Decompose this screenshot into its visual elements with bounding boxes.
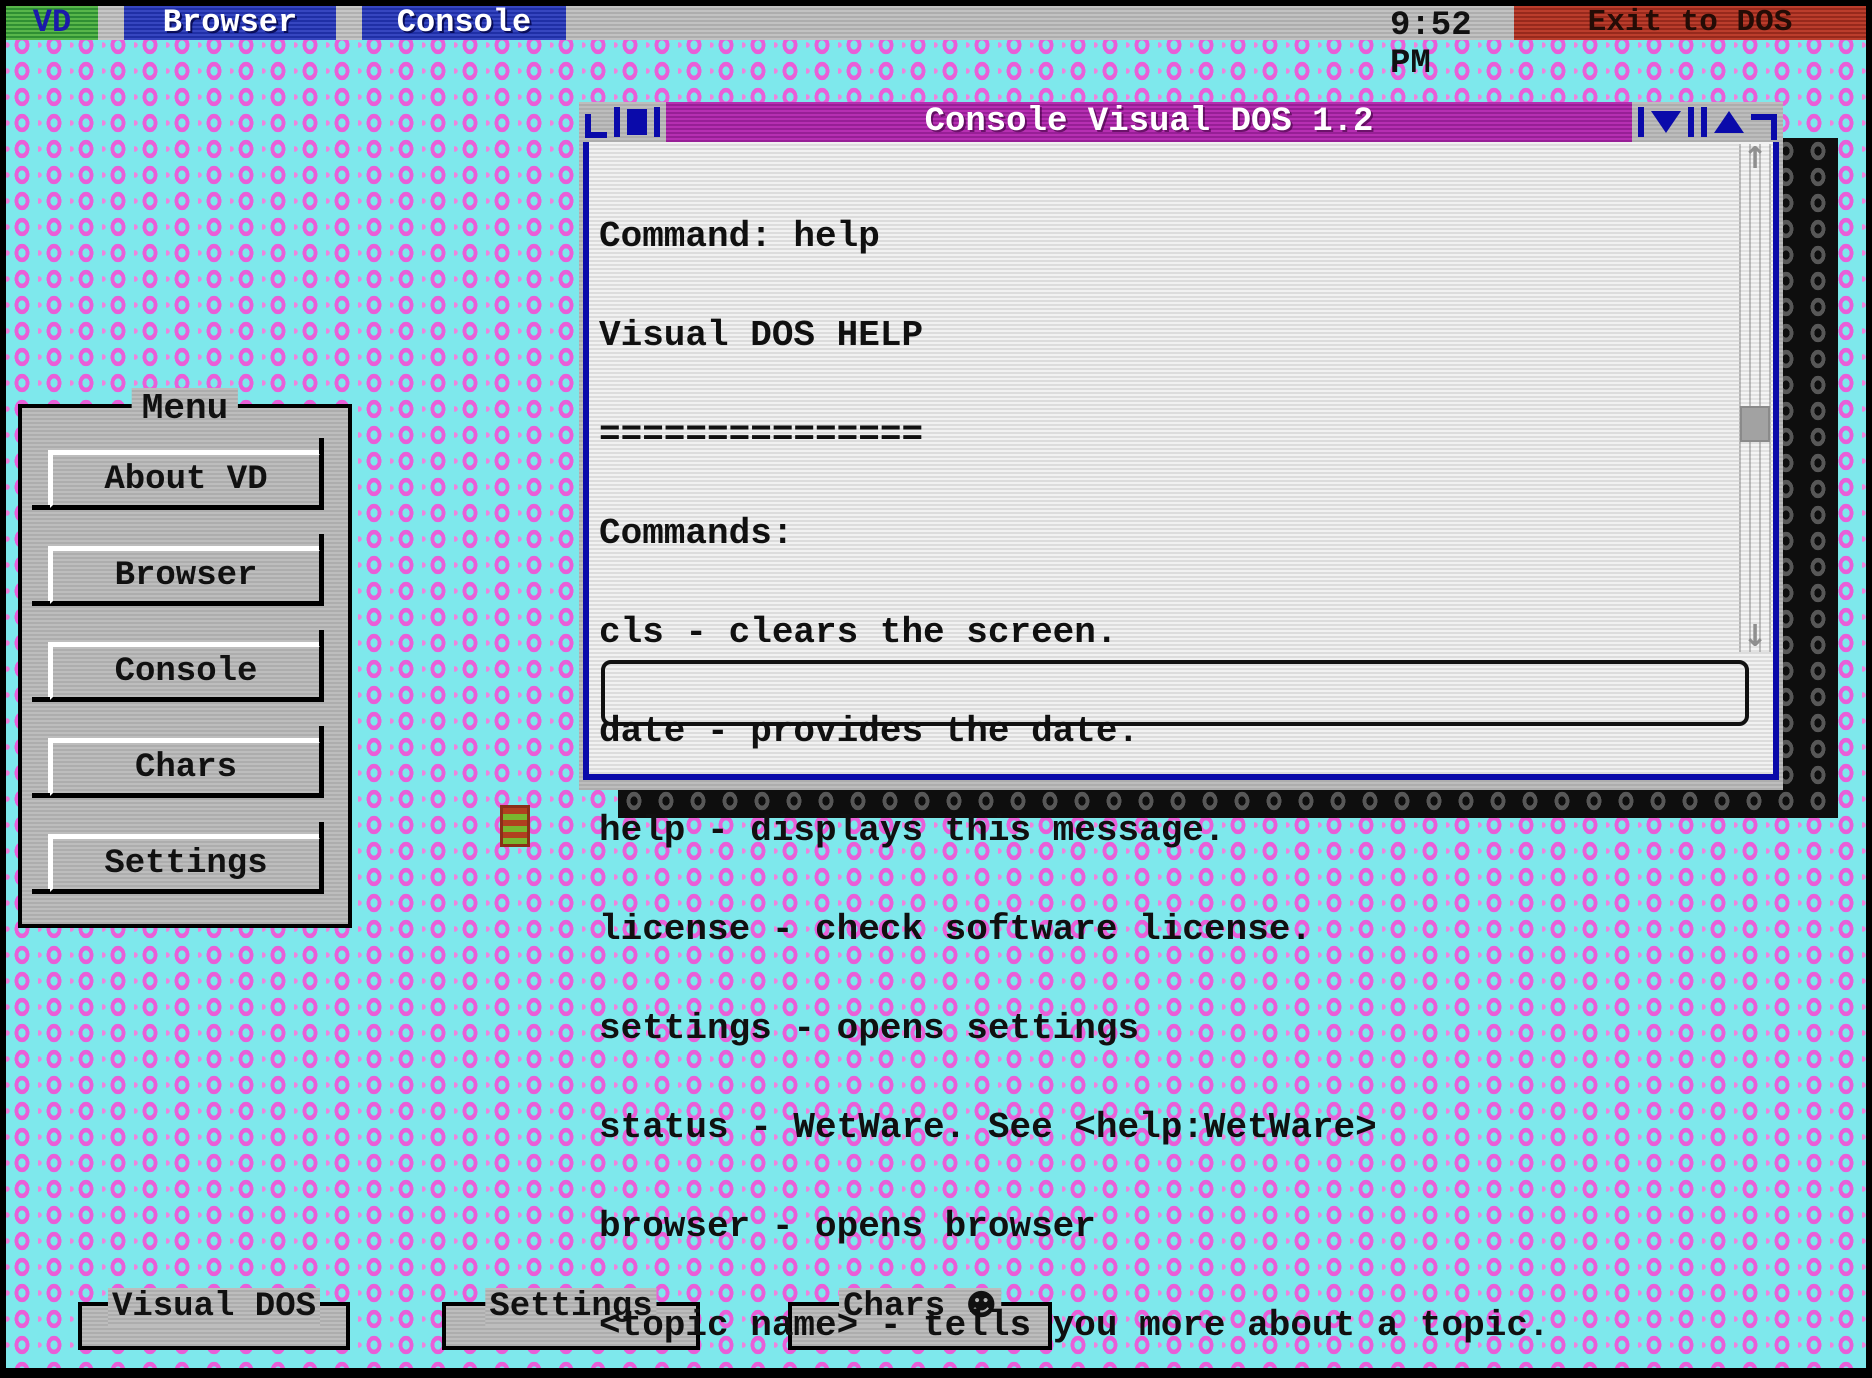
console-line: Commands: — [599, 513, 794, 554]
topbar-vd-button[interactable]: VD — [6, 6, 98, 40]
desktop-sprite-icon[interactable] — [500, 805, 530, 847]
topbar-console-button[interactable]: Console — [362, 6, 566, 40]
window-menu-button[interactable] — [627, 109, 647, 135]
top-menubar: VD Browser Console 9:52 PM Exit to DOS — [6, 6, 1866, 83]
titlebar-right-controls — [1632, 102, 1783, 142]
clock: 9:52 PM — [1390, 7, 1472, 83]
menu-button-chars[interactable]: Chars — [32, 726, 324, 798]
console-titlebar[interactable]: Console Visual DOS 1.2 — [579, 102, 1783, 142]
titlebar-corner-icon — [585, 114, 607, 138]
window-title: Console Visual DOS 1.2 — [666, 102, 1632, 142]
console-window: Console Visual DOS 1.2 Command: help Vis… — [579, 102, 1783, 1344]
topbar-separator — [98, 6, 124, 40]
desktop: VD Browser Console 9:52 PM Exit to DOS M… — [0, 0, 1872, 1378]
titlebar-bar-icon — [1638, 107, 1644, 137]
console-line: status - WetWare. See <help:WetWare> — [599, 1107, 1377, 1148]
console-line: license - check software license. — [599, 909, 1312, 950]
menu-button-console[interactable]: Console — [32, 630, 324, 702]
console-line: <topic name> - tells you more about a to… — [599, 1305, 1550, 1346]
titlebar-bar-icon — [614, 107, 620, 137]
titlebar-bar-icon — [1701, 107, 1707, 137]
titlebar-left-controls — [579, 102, 666, 142]
topbar-separator — [336, 6, 362, 40]
console-line: browser - opens browser — [599, 1206, 1096, 1247]
scrollbar-thumb[interactable] — [1740, 406, 1770, 442]
console-line: settings - opens settings — [599, 1008, 1140, 1049]
taskbar-item-visual-dos[interactable]: Visual DOS — [78, 1288, 350, 1350]
console-line: Visual DOS HELP — [599, 315, 924, 356]
console-body: Command: help Visual DOS HELP ==========… — [583, 142, 1779, 1344]
console-line: Command: help — [599, 216, 880, 257]
topbar-fill: 9:52 PM — [566, 6, 1514, 83]
console-output: Command: help Visual DOS HELP ==========… — [599, 154, 1725, 1368]
scrollbar[interactable]: ↑ ↓ — [1739, 144, 1771, 652]
titlebar-bar-icon — [654, 107, 660, 137]
exit-to-dos-button[interactable]: Exit to DOS — [1514, 6, 1866, 40]
topbar-browser-button[interactable]: Browser — [124, 6, 336, 40]
scroll-up-arrow-icon[interactable]: ↑ — [1739, 144, 1771, 174]
menu-panel-title: Menu — [131, 388, 239, 429]
menu-button-browser[interactable]: Browser — [32, 534, 324, 606]
titlebar-corner-icon — [1751, 114, 1777, 140]
menu-panel: Menu About VD Browser Console Chars Sett… — [18, 388, 352, 928]
menu-button-settings[interactable]: Settings — [32, 822, 324, 894]
maximize-button[interactable] — [1714, 111, 1744, 133]
console-line: cls - clears the screen. — [599, 612, 1118, 653]
titlebar-bar-icon — [1688, 107, 1694, 137]
menu-button-about-vd[interactable]: About VD — [32, 438, 324, 510]
console-line: help - displays this message. — [599, 810, 1226, 851]
taskbar-item-label: Visual DOS — [107, 1288, 321, 1326]
console-line: =============== — [599, 414, 924, 455]
minimize-button[interactable] — [1651, 111, 1681, 133]
console-input[interactable] — [601, 660, 1749, 726]
scroll-down-arrow-icon[interactable]: ↓ — [1739, 622, 1771, 652]
